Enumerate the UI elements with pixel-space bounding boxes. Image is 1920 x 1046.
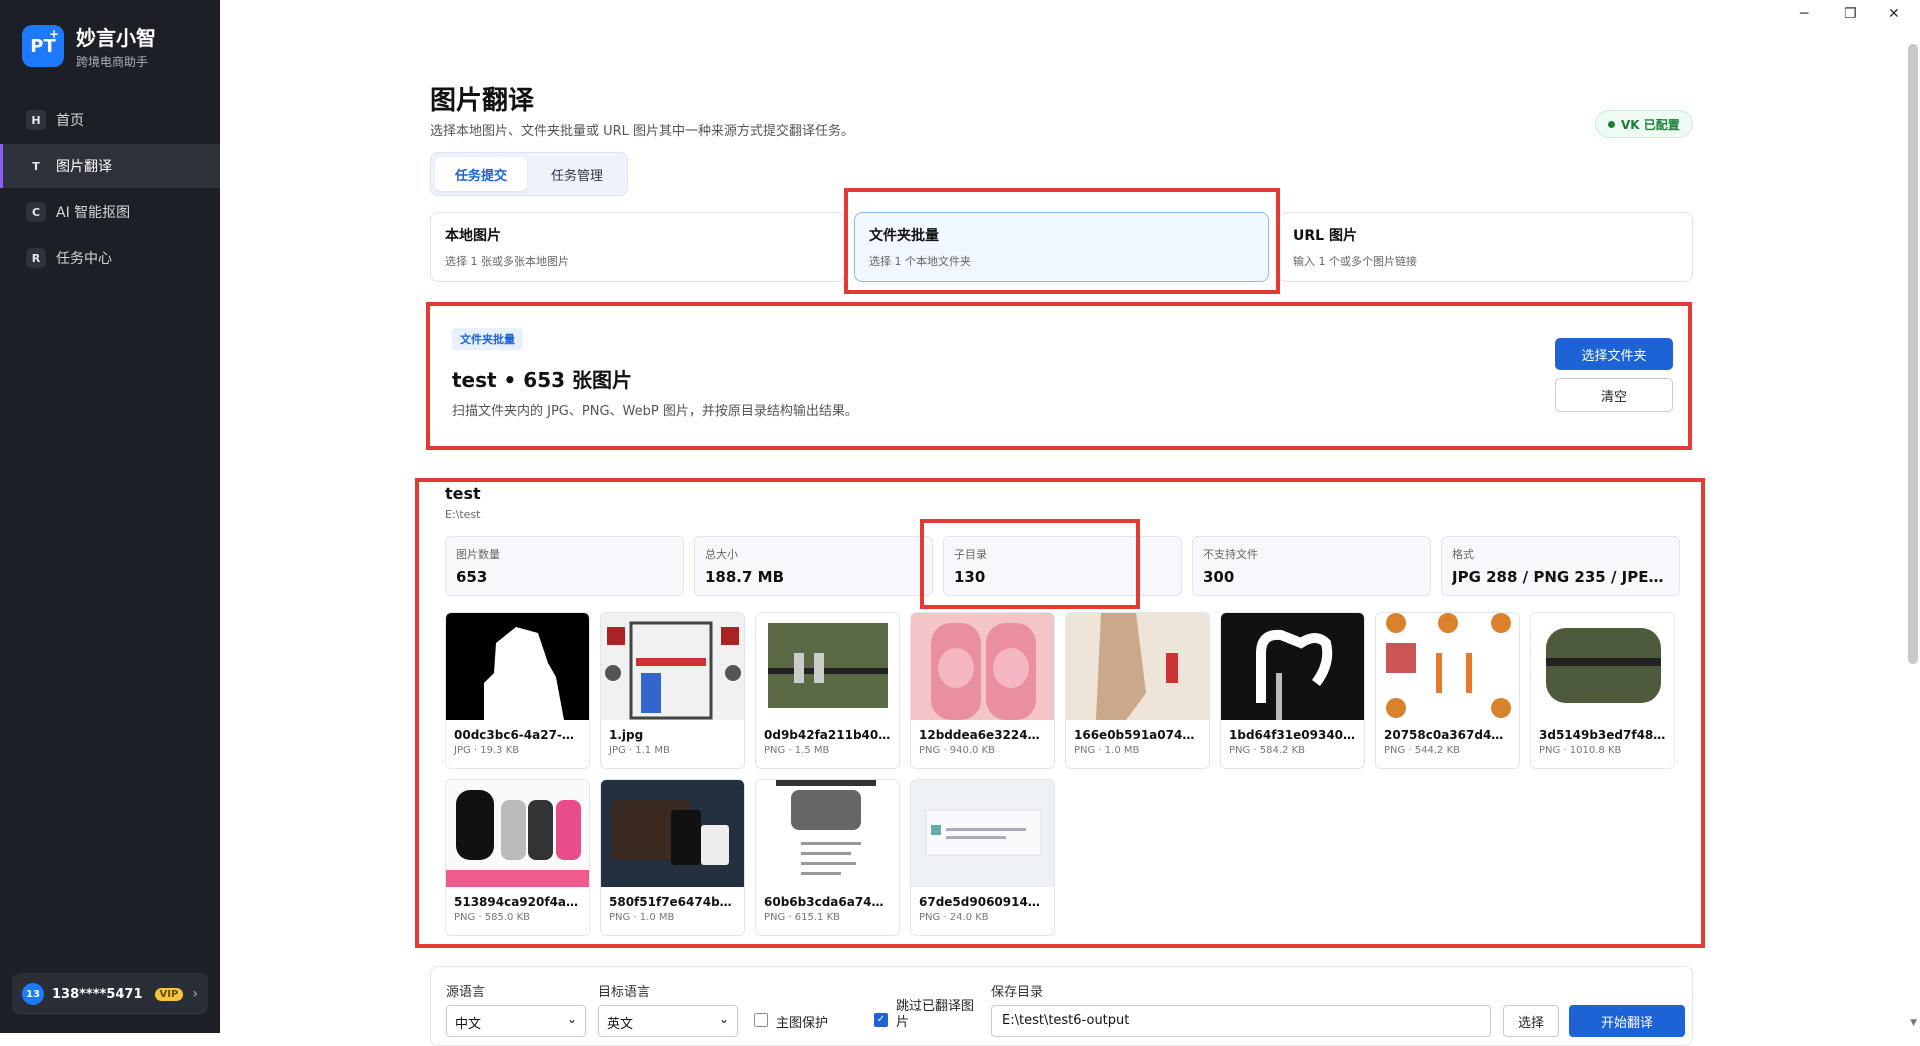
protect-checkbox[interactable] — [754, 1013, 768, 1027]
sidebar-item-task-center[interactable]: R 任务中心 — [0, 236, 220, 280]
status-dot-icon — [1608, 120, 1615, 128]
home-icon: H — [26, 110, 46, 130]
source-lang-select[interactable]: 中文 ⌄ — [446, 1005, 586, 1037]
save-dir-input[interactable]: E:\test\test6-output — [991, 1005, 1491, 1037]
sidebar-item-label: 图片翻译 — [56, 159, 112, 175]
protect-label: 主图保护 — [776, 1016, 829, 1031]
scrollbar-thumb[interactable] — [1908, 44, 1918, 664]
source-lang-label: 源语言 — [446, 985, 486, 1000]
tab-bar: 任务提交 任务管理 — [430, 152, 628, 196]
target-lang-select[interactable]: 英文 ⌄ — [598, 1005, 738, 1037]
sidebar-item-label: 任务中心 — [56, 251, 112, 267]
source-card-local[interactable]: 本地图片 选择 1 张或多张本地图片 — [430, 212, 845, 282]
highlight-box — [920, 519, 1140, 609]
app-name: 妙言小智 — [76, 26, 156, 50]
save-dir-label: 保存目录 — [991, 985, 1044, 1000]
user-card[interactable]: 13 138****5471 VIP › — [12, 973, 208, 1015]
skip-translated-label: 跳过已翻译图片 — [896, 999, 975, 1030]
sidebar-item-image-translate[interactable]: T 图片翻译 — [0, 144, 220, 188]
highlight-box — [844, 188, 1280, 294]
sidebar-item-home[interactable]: H 首页 — [0, 98, 220, 142]
translate-settings-bar: 源语言 中文 ⌄ 目标语言 英文 ⌄ 主图保护 ✓ 跳过已翻译图片 保存目录 E… — [430, 966, 1693, 1046]
status-badge: VK 已配置 — [1595, 110, 1693, 138]
close-button[interactable]: ✕ — [1888, 6, 1900, 22]
minimize-button[interactable]: ─ — [1800, 6, 1808, 22]
target-lang-value: 英文 — [607, 1017, 634, 1032]
source-subtitle: 选择 1 张或多张本地图片 — [445, 255, 569, 268]
restore-button[interactable]: ❐ — [1844, 6, 1857, 22]
skip-translated-checkbox[interactable]: ✓ — [874, 1013, 888, 1027]
sidebar-item-label: AI 智能抠图 — [56, 205, 131, 221]
source-subtitle: 输入 1 个或多个图片链接 — [1293, 255, 1417, 268]
source-lang-value: 中文 — [455, 1017, 482, 1032]
chevron-down-icon: ⌄ — [566, 1012, 577, 1026]
vip-badge: VIP — [154, 987, 184, 1001]
start-translate-button[interactable]: 开始翻译 — [1569, 1005, 1685, 1037]
sidebar: PT + 妙言小智 跨境电商助手 H 首页 T 图片翻译 C AI 智能抠图 R… — [0, 0, 220, 1033]
app-logo: PT + 妙言小智 跨境电商助手 — [22, 22, 156, 70]
highlight-box — [426, 302, 1692, 450]
logo-icon: PT + — [22, 25, 64, 67]
select-dir-button[interactable]: 选择 — [1503, 1005, 1559, 1037]
source-card-url[interactable]: URL 图片 输入 1 个或多个图片链接 — [1278, 212, 1693, 282]
chevron-right-icon: › — [192, 986, 198, 1002]
page-description: 选择本地图片、文件夹批量或 URL 图片其中一种来源方式提交翻译任务。 — [430, 124, 855, 139]
user-phone: 138****5471 — [52, 986, 143, 1002]
cutout-icon: C — [26, 202, 46, 222]
source-title: URL 图片 — [1293, 228, 1357, 244]
tab-submit[interactable]: 任务提交 — [435, 157, 527, 191]
tab-manage[interactable]: 任务管理 — [531, 157, 623, 191]
avatar: 13 — [22, 983, 44, 1005]
logo-plus: + — [48, 27, 59, 41]
sidebar-nav: H 首页 T 图片翻译 C AI 智能抠图 R 任务中心 — [0, 98, 220, 282]
target-lang-label: 目标语言 — [598, 985, 651, 1000]
app-subtitle: 跨境电商助手 — [76, 55, 149, 69]
scroll-down-arrow-icon[interactable]: ▼ — [1910, 1018, 1917, 1028]
source-title: 本地图片 — [445, 228, 501, 244]
chevron-down-icon: ⌄ — [718, 1012, 729, 1026]
status-badge-label: VK 已配置 — [1621, 117, 1680, 132]
sidebar-item-ai-cutout[interactable]: C AI 智能抠图 — [0, 190, 220, 234]
translate-icon: T — [26, 156, 46, 176]
page-title: 图片翻译 — [430, 86, 535, 116]
task-icon: R — [26, 248, 46, 268]
sidebar-item-label: 首页 — [56, 113, 84, 129]
